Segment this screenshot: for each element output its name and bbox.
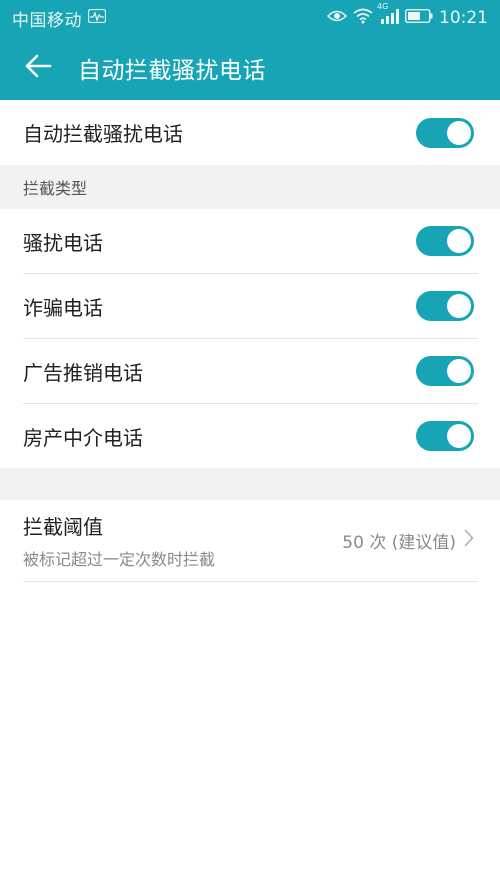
type-row-fraud[interactable]: 诈骗电话	[0, 274, 500, 338]
main-toggle-row[interactable]: 自动拦截骚扰电话	[0, 100, 500, 165]
type-row-real-estate[interactable]: 房产中介电话	[0, 404, 500, 468]
back-button[interactable]	[10, 40, 66, 96]
threshold-subtitle: 被标记超过一定次数时拦截	[23, 549, 216, 569]
threshold-title: 拦截阈值	[23, 514, 103, 539]
type-row-harassment[interactable]: 骚扰电话	[0, 209, 500, 273]
section-gap	[0, 468, 500, 500]
type-label: 广告推销电话	[23, 360, 143, 385]
fraud-switch[interactable]	[416, 291, 474, 321]
main-toggle-label: 自动拦截骚扰电话	[23, 122, 183, 146]
type-label: 骚扰电话	[23, 230, 103, 255]
activity-icon	[87, 8, 107, 28]
chevron-right-icon	[464, 529, 474, 552]
carrier-name: 中国移动	[12, 10, 82, 31]
threshold-value-group: 50 次 (建议值)	[342, 528, 474, 553]
switch-knob	[447, 294, 471, 318]
advertising-switch[interactable]	[416, 356, 474, 386]
main-toggle-switch[interactable]	[416, 117, 474, 148]
clock: 10:21	[439, 8, 488, 28]
divider	[23, 581, 478, 582]
switch-knob	[447, 424, 471, 448]
switch-knob	[447, 359, 471, 383]
real-estate-switch[interactable]	[416, 421, 474, 451]
status-bar: 中国移动 4G 10:21	[0, 0, 500, 36]
page-title: 自动拦截骚扰电话	[78, 58, 266, 84]
threshold-value: 50 次 (建议值)	[342, 532, 456, 553]
threshold-row[interactable]: 拦截阈值 被标记超过一定次数时拦截 50 次 (建议值)	[0, 500, 500, 580]
section-header-label: 拦截类型	[23, 179, 88, 198]
cellular-signal-icon: 4G	[377, 2, 399, 29]
type-label: 房产中介电话	[23, 425, 143, 450]
battery-icon	[404, 8, 433, 28]
type-label: 诈骗电话	[23, 295, 103, 320]
network-type: 4G	[377, 1, 389, 11]
switch-knob	[447, 229, 471, 253]
arrow-left-icon	[24, 54, 52, 82]
harassment-switch[interactable]	[416, 226, 474, 256]
switch-knob	[447, 120, 471, 145]
type-row-advertising[interactable]: 广告推销电话	[0, 339, 500, 403]
section-header-intercept-types: 拦截类型	[0, 165, 500, 209]
wifi-icon	[353, 8, 373, 29]
eye-comfort-icon	[326, 8, 348, 28]
app-bar: 自动拦截骚扰电话	[0, 36, 500, 100]
